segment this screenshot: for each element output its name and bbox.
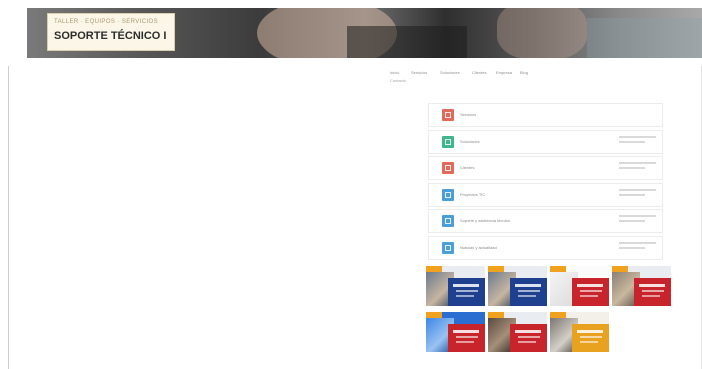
menu-item-meta: [619, 162, 656, 172]
promo-thumbnail-1[interactable]: [426, 266, 485, 306]
promo-thumbnails: [426, 266, 672, 354]
nav-item-contacto[interactable]: Contacto: [390, 78, 406, 83]
main-nav: Inicio Servicios Soluciones Clientes Emp…: [390, 70, 550, 86]
menu-item-label: Clientes: [460, 165, 475, 170]
promo-thumbnail-2[interactable]: [488, 266, 547, 306]
nav-item-empresa[interactable]: Empresa: [496, 70, 512, 75]
promo-thumbnail-6[interactable]: [488, 312, 547, 352]
promo-thumbnail-3[interactable]: [550, 266, 609, 306]
thumbnail-tag: [488, 312, 504, 318]
thumbnail-band: [572, 324, 609, 352]
headset-icon: [442, 215, 454, 227]
users-icon: [442, 162, 454, 174]
thumbnail-band: [634, 278, 671, 306]
thumbnail-tag: [426, 312, 442, 318]
thumbnail-band: [510, 324, 547, 352]
tools-icon: [442, 109, 454, 121]
menu-item-label: Soporte y asistencia técnica: [460, 218, 510, 223]
nav-item-clientes[interactable]: Clientes: [472, 70, 486, 75]
banner-hand-shape-2: [497, 8, 587, 58]
thumbnail-band: [572, 278, 609, 306]
thumbnail-band: [448, 324, 485, 352]
banner-device-shape-2: [587, 18, 702, 58]
menu-item-meta: [619, 242, 656, 252]
page-left-border: [8, 66, 9, 369]
menu-item-meta: [619, 136, 656, 146]
cube-icon: [442, 136, 454, 148]
menu-item-proyectos[interactable]: Proyectos TIC: [428, 183, 663, 207]
logo-title: SOPORTE TÉCNICO I: [54, 30, 167, 42]
thumbnail-tag: [550, 312, 566, 318]
nav-item-inicio[interactable]: Inicio: [390, 70, 399, 75]
menu-item-label: Soluciones: [460, 139, 480, 144]
header-banner: TALLER · EQUIPOS · SERVICIOS SOPORTE TÉC…: [27, 8, 702, 58]
thumbnail-tag: [488, 266, 504, 272]
thumbnail-band: [510, 278, 547, 306]
site-logo[interactable]: TALLER · EQUIPOS · SERVICIOS SOPORTE TÉC…: [47, 13, 175, 51]
promo-thumbnail-7[interactable]: [550, 312, 609, 352]
promo-thumbnail-4[interactable]: [612, 266, 671, 306]
menu-item-noticias[interactable]: Noticias y actualidad: [428, 236, 663, 260]
thumbnail-tag: [426, 266, 442, 272]
menu-item-clientes[interactable]: Clientes: [428, 156, 663, 180]
menu-item-label: Noticias y actualidad: [460, 245, 497, 250]
nav-item-soluciones[interactable]: Soluciones: [440, 70, 460, 75]
menu-item-soporte[interactable]: Soporte y asistencia técnica: [428, 209, 663, 233]
banner-device-shape: [347, 26, 467, 58]
menu-item-label: Servicios: [460, 112, 477, 117]
news-icon: [442, 242, 454, 254]
nav-item-blog[interactable]: Blog: [520, 70, 528, 75]
thumbnail-tag: [612, 266, 628, 272]
promo-thumbnail-5[interactable]: [426, 312, 485, 352]
thumbnail-band: [448, 278, 485, 306]
menu-item-meta: [619, 189, 656, 199]
menu-item-meta: [619, 215, 656, 225]
folder-icon: [442, 189, 454, 201]
menu-item-servicios[interactable]: Servicios: [428, 103, 663, 127]
menu-item-soluciones[interactable]: Soluciones: [428, 130, 663, 154]
nav-item-servicios[interactable]: Servicios: [411, 70, 427, 75]
logo-subtitle: TALLER · EQUIPOS · SERVICIOS: [54, 19, 159, 25]
thumbnail-tag: [550, 266, 566, 272]
menu-item-label: Proyectos TIC: [460, 192, 486, 197]
